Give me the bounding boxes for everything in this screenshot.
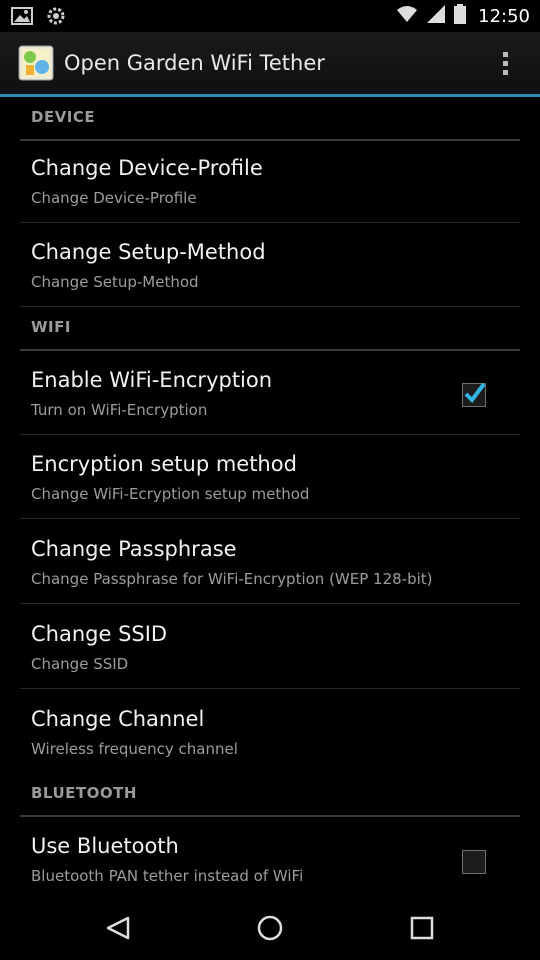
- back-icon[interactable]: [102, 912, 134, 944]
- pref-enable-wifi-encryption[interactable]: Enable WiFi-Encryption Turn on WiFi-Encr…: [20, 350, 520, 435]
- section-header-wifi: WIFI: [20, 309, 520, 351]
- signal-icon: [426, 4, 446, 28]
- status-right: 12:50: [396, 0, 530, 32]
- overflow-menu-icon[interactable]: [490, 48, 520, 78]
- pref-title: Change Channel: [31, 707, 205, 731]
- navigation-bar: [0, 896, 540, 960]
- status-bar: 12:50: [0, 0, 540, 32]
- section-title: WIFI: [31, 318, 71, 336]
- pref-summary: Change Device-Profile: [31, 189, 197, 207]
- notification-icons: [10, 4, 68, 28]
- image-icon: [10, 4, 34, 28]
- recents-icon[interactable]: [406, 912, 438, 944]
- status-time: 12:50: [478, 5, 530, 27]
- section-title: BLUETOOTH: [31, 784, 137, 802]
- open-garden-icon[interactable]: [18, 45, 54, 81]
- checkmark-icon: [464, 382, 486, 404]
- settings-icon: [44, 4, 68, 28]
- pref-change-setup-method[interactable]: Change Setup-Method Change Setup-Method: [20, 222, 520, 307]
- pref-title: Change Setup-Method: [31, 240, 266, 264]
- action-bar: Open Garden WiFi Tether: [0, 32, 540, 97]
- battery-icon: [454, 4, 467, 28]
- section-title: DEVICE: [31, 108, 96, 126]
- pref-title: Encryption setup method: [31, 452, 297, 476]
- pref-change-passphrase[interactable]: Change Passphrase Change Passphrase for …: [20, 519, 520, 604]
- wifi-icon: [396, 4, 418, 28]
- pref-change-channel[interactable]: Change Channel Wireless frequency channe…: [20, 689, 520, 773]
- section-header-bluetooth: BLUETOOTH: [20, 775, 520, 817]
- pref-use-bluetooth[interactable]: Use Bluetooth Bluetooth PAN tether inste…: [20, 816, 520, 900]
- pref-summary: Change SSID: [31, 655, 129, 673]
- app-title: Open Garden WiFi Tether: [64, 51, 325, 75]
- pref-title: Change Device-Profile: [31, 156, 263, 180]
- pref-title: Enable WiFi-Encryption: [31, 368, 273, 392]
- pref-title: Use Bluetooth: [31, 834, 179, 858]
- home-icon[interactable]: [254, 912, 286, 944]
- pref-summary: Bluetooth PAN tether instead of WiFi: [31, 867, 304, 885]
- pref-title: Change SSID: [31, 622, 168, 646]
- wifi-encryption-checkbox[interactable]: [462, 382, 486, 407]
- section-header-device: DEVICE: [20, 99, 520, 141]
- pref-summary: Change Setup-Method: [31, 273, 199, 291]
- pref-change-ssid[interactable]: Change SSID Change SSID: [20, 604, 520, 689]
- pref-summary: Change WiFi-Ecryption setup method: [31, 485, 310, 503]
- pref-encryption-setup-method[interactable]: Encryption setup method Change WiFi-Ecry…: [20, 434, 520, 519]
- pref-title: Change Passphrase: [31, 537, 237, 561]
- pref-change-device-profile[interactable]: Change Device-Profile Change Device-Prof…: [20, 138, 520, 223]
- pref-summary: Turn on WiFi-Encryption: [31, 401, 208, 419]
- bluetooth-checkbox[interactable]: [462, 850, 486, 874]
- pref-summary: Change Passphrase for WiFi-Encryption (W…: [31, 570, 433, 588]
- pref-summary: Wireless frequency channel: [31, 740, 238, 758]
